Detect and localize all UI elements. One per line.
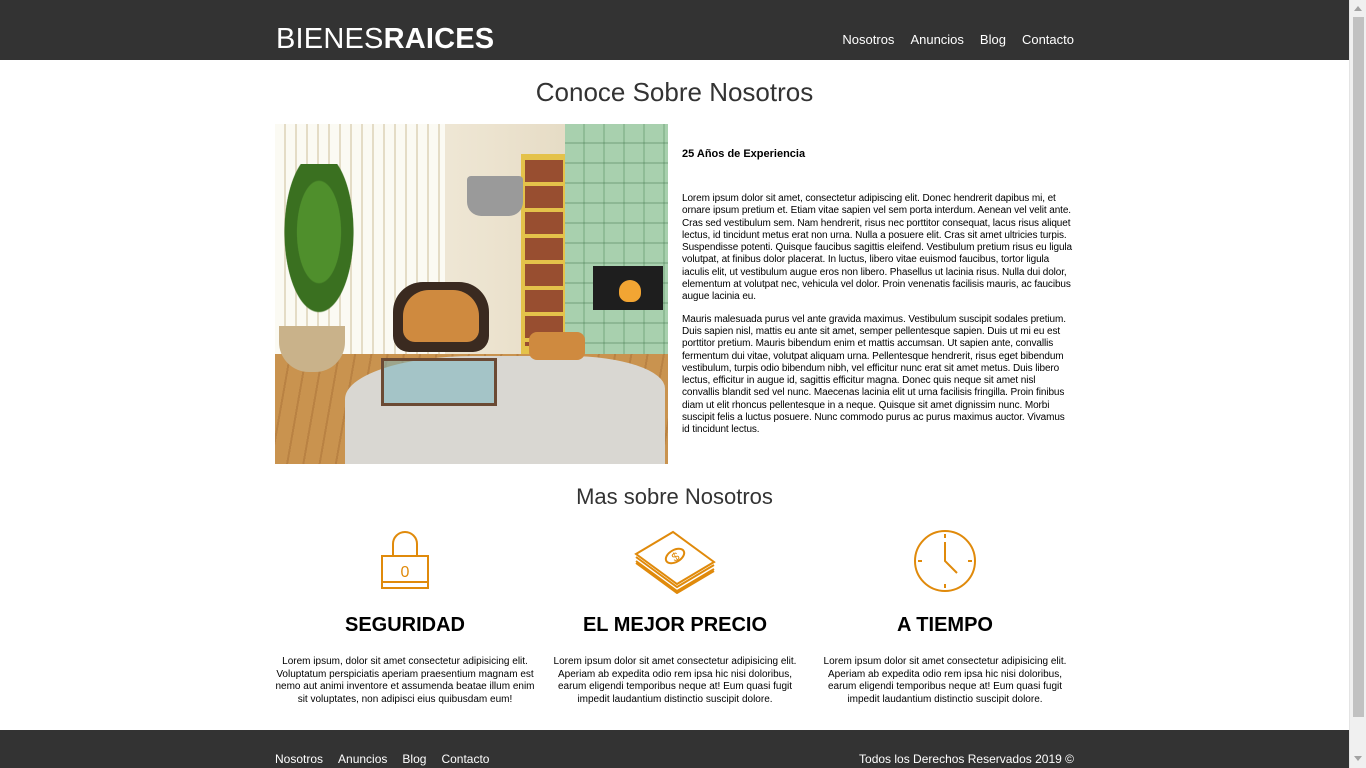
about-heading: 25 Años de Experiencia: [682, 148, 806, 160]
feature-text: Lorem ipsum dolor sit amet consectetur a…: [823, 656, 1067, 705]
scroll-up-arrow-icon[interactable]: [1354, 6, 1362, 11]
copyright: Todos los Derechos Reservados 2019 ©: [859, 752, 1074, 766]
about-paragraph-1: Lorem ipsum dolor sit amet, consectetur …: [682, 193, 1073, 303]
about-paragraph-2: Mauris malesuada purus vel ante gravida …: [682, 313, 1066, 436]
more-title: Mas sobre Nosotros: [576, 484, 773, 509]
feature-text: Lorem ipsum, dolor sit amet consectetur …: [275, 656, 535, 705]
nav-link-blog[interactable]: Blog: [980, 32, 1006, 48]
footer-nav: Nosotros Anuncios Blog Contacto: [275, 752, 489, 767]
nav-link-anuncios[interactable]: Anuncios: [910, 32, 963, 48]
clock-icon: [913, 528, 977, 597]
scroll-thumb[interactable]: [1353, 17, 1364, 717]
padlock-icon: 0: [379, 528, 431, 597]
feature-text: Lorem ipsum dolor sit amet consectetur a…: [553, 656, 797, 705]
main-nav: Nosotros Anuncios Blog Contacto: [842, 32, 1074, 48]
footer-link-nosotros[interactable]: Nosotros: [275, 752, 323, 767]
feature-title: EL MEJOR PRECIO: [582, 614, 768, 636]
footer-link-blog[interactable]: Blog: [402, 752, 426, 767]
about-content: 25 Años de Experiencia Lorem ipsum dolor…: [682, 146, 1074, 447]
living-room-image: [275, 124, 668, 464]
svg-text:0: 0: [401, 564, 410, 581]
footer-link-anuncios[interactable]: Anuncios: [338, 752, 387, 767]
site-header: BIENESRAICES Nosotros Anuncios Blog Cont…: [0, 0, 1349, 60]
logo-bold-text: RAICES: [383, 23, 495, 55]
nav-link-contacto[interactable]: Contacto: [1022, 32, 1074, 48]
about-title: Conoce Sobre Nosotros: [535, 77, 814, 107]
footer-link-contacto[interactable]: Contacto: [441, 752, 489, 767]
feature-title: SEGURIDAD: [344, 614, 465, 636]
money-stack-icon: $: [633, 528, 717, 599]
vertical-scrollbar[interactable]: [1349, 0, 1366, 768]
features: 0 SEGURIDAD Lorem ipsum, dolor sit amet …: [275, 528, 1075, 718]
page: BIENESRAICES Nosotros Anuncios Blog Cont…: [0, 0, 1349, 768]
scroll-down-arrow-icon[interactable]: [1354, 756, 1362, 761]
logo[interactable]: BIENESRAICES: [276, 22, 494, 56]
site-footer: Nosotros Anuncios Blog Contacto Todos lo…: [0, 730, 1349, 768]
feature-title: A TIEMPO: [897, 614, 993, 636]
nav-link-nosotros[interactable]: Nosotros: [842, 32, 894, 48]
logo-light-text: BIENES: [276, 23, 384, 55]
